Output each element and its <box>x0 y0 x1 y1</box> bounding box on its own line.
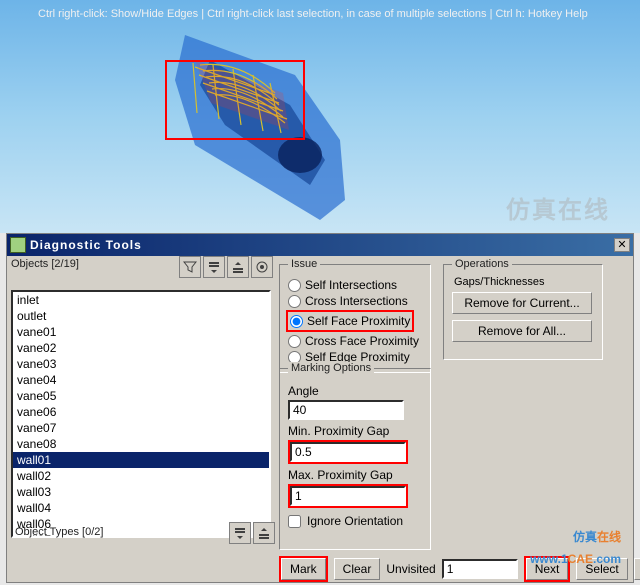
list-item[interactable]: vane02 <box>13 340 269 356</box>
watermark-url: www.1CAE.com <box>530 550 621 566</box>
radio-self-face-proximity[interactable]: Self Face Proximity <box>290 314 410 328</box>
list-item[interactable]: wall02 <box>13 468 269 484</box>
remove-current-button[interactable]: Remove for Current... <box>452 292 592 314</box>
list-item[interactable]: vane06 <box>13 404 269 420</box>
list-item[interactable]: vane07 <box>13 420 269 436</box>
remove-all-button[interactable]: Remove for All... <box>452 320 592 342</box>
highlight-box <box>165 60 305 140</box>
angle-label: Angle <box>288 384 422 398</box>
marking-options-group: Marking Options Angle Min. Proximity Gap… <box>279 362 431 550</box>
list-item[interactable]: vane04 <box>13 372 269 388</box>
unvisited-label: Unvisited <box>386 562 435 576</box>
list-item[interactable]: wall01 <box>13 452 269 468</box>
clear-button[interactable]: Clear <box>334 558 381 580</box>
types-select-down-icon[interactable] <box>229 522 251 544</box>
diagnostic-tools-dialog: Diagnostic Tools ✕ Objects [2/19] inleto… <box>6 233 634 583</box>
list-item[interactable]: inlet <box>13 292 269 308</box>
min-proximity-gap-input[interactable] <box>290 442 406 462</box>
gaps-thicknesses-label: Gaps/Thicknesses <box>454 276 594 288</box>
objects-listbox[interactable]: inletoutletvane01vane02vane03vane04vane0… <box>11 290 271 538</box>
list-select-up-icon[interactable] <box>227 256 249 278</box>
issue-group: Issue Self Intersections Cross Intersect… <box>279 258 431 373</box>
operations-group: Operations Gaps/Thicknesses Remove for C… <box>443 258 603 360</box>
radio-cross-face-proximity[interactable]: Cross Face Proximity <box>288 334 422 348</box>
angle-input[interactable] <box>288 400 404 420</box>
min-proximity-gap-label: Min. Proximity Gap <box>288 424 422 438</box>
close-button[interactable]: ✕ <box>614 238 630 252</box>
watermark-cn-bottom: 仿真在线 <box>573 521 621 548</box>
issue-legend: Issue <box>288 258 320 270</box>
list-item[interactable]: wall04 <box>13 500 269 516</box>
types-select-up-icon[interactable] <box>253 522 275 544</box>
list-options-icon[interactable] <box>251 256 273 278</box>
list-item[interactable]: outlet <box>13 308 269 324</box>
reset-button[interactable]: Reset <box>634 558 640 580</box>
viewport-help-text: Ctrl right-click: Show/Hide Edges | Ctrl… <box>38 8 588 20</box>
ignore-orientation-checkbox[interactable]: Ignore Orientation <box>288 514 422 528</box>
viewport-3d[interactable]: Ctrl right-click: Show/Hide Edges | Ctrl… <box>0 0 640 233</box>
list-item[interactable]: vane08 <box>13 436 269 452</box>
filter-icon[interactable] <box>179 256 201 278</box>
list-item[interactable]: vane01 <box>13 324 269 340</box>
mark-button[interactable]: Mark <box>281 558 326 580</box>
marking-legend: Marking Options <box>288 362 374 374</box>
unvisited-input[interactable] <box>442 559 518 579</box>
radio-self-intersections[interactable]: Self Intersections <box>288 278 422 292</box>
list-item[interactable]: vane03 <box>13 356 269 372</box>
watermark-cn: 仿真在线 <box>506 190 610 225</box>
dialog-title: Diagnostic Tools <box>30 238 610 252</box>
max-proximity-gap-label: Max. Proximity Gap <box>288 468 422 482</box>
list-select-down-icon[interactable] <box>203 256 225 278</box>
list-item[interactable]: vane05 <box>13 388 269 404</box>
dialog-titlebar[interactable]: Diagnostic Tools ✕ <box>7 234 633 256</box>
radio-cross-intersections[interactable]: Cross Intersections <box>288 294 422 308</box>
operations-legend: Operations <box>452 258 512 270</box>
max-proximity-gap-input[interactable] <box>290 486 406 506</box>
list-item[interactable]: wall03 <box>13 484 269 500</box>
app-icon <box>10 237 26 253</box>
